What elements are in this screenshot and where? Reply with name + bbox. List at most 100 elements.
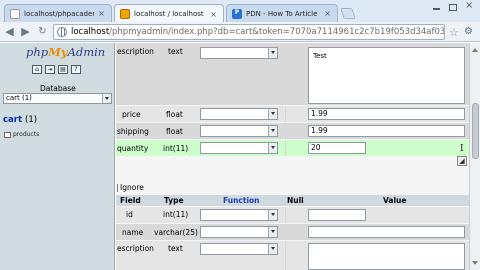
chevron-down-icon bbox=[268, 227, 277, 237]
resize-grip-icon[interactable]: ◢ bbox=[457, 156, 467, 166]
column-divider bbox=[285, 43, 286, 105]
text-cursor-icon: I bbox=[460, 144, 464, 154]
header-type: Type bbox=[164, 196, 184, 205]
function-select[interactable] bbox=[200, 108, 278, 120]
phpmyadmin-icon bbox=[120, 9, 130, 19]
wrench-icon[interactable]: ⚙ bbox=[464, 26, 473, 37]
close-icon[interactable]: × bbox=[323, 9, 332, 18]
window-close-icon[interactable]: × bbox=[465, 1, 474, 11]
field-type: int(11) bbox=[163, 210, 189, 219]
current-database-link[interactable]: cart (1) bbox=[3, 115, 37, 125]
tab-title: PDN - How To Article - A... bbox=[246, 9, 320, 18]
minimize-icon[interactable] bbox=[432, 2, 441, 11]
field-name: price bbox=[122, 110, 141, 119]
field-type: varchar(25) bbox=[154, 228, 198, 237]
vertical-scrollbar[interactable] bbox=[469, 43, 480, 270]
browser-tab-strip: localhost/phpacademy/t... × localhost / … bbox=[0, 0, 480, 22]
url-path: /phpmyadmin/index.php?db=cart&token=7070… bbox=[109, 27, 444, 37]
form-row-price: price float 1.99 bbox=[116, 106, 469, 122]
reload-icon[interactable]: ↻ bbox=[36, 25, 49, 38]
tab-phpmyadmin[interactable]: localhost / localhost / car... × bbox=[114, 4, 224, 22]
function-select[interactable] bbox=[200, 47, 278, 59]
field-name: shipping bbox=[117, 127, 149, 136]
sql-query-icon[interactable]: ▤ bbox=[58, 65, 68, 74]
close-icon[interactable]: × bbox=[209, 10, 218, 19]
description-textarea[interactable]: Test bbox=[308, 47, 465, 104]
column-divider bbox=[285, 140, 286, 156]
chevron-down-icon bbox=[268, 210, 277, 220]
ignore-option[interactable]: Ignore bbox=[116, 182, 469, 194]
form-row-name: name varchar(25) bbox=[116, 224, 469, 240]
field-name: escription bbox=[117, 244, 154, 253]
field-type: text bbox=[168, 244, 183, 253]
bookmark-star-icon[interactable]: ☆ bbox=[449, 26, 459, 39]
form-row-shipping: shipping float 1.99 bbox=[116, 123, 469, 139]
column-divider bbox=[285, 207, 286, 223]
price-input[interactable]: 1.99 bbox=[308, 108, 465, 120]
column-header-row: Field Type Function Null Value bbox=[116, 195, 469, 206]
home-icon[interactable]: ⌂ bbox=[32, 65, 42, 74]
shipping-input[interactable]: 1.99 bbox=[308, 125, 465, 137]
nav-icon-bar: ⌂ ⇥ ▤ ? bbox=[32, 65, 81, 74]
chevron-down-icon bbox=[268, 48, 277, 58]
function-select[interactable] bbox=[200, 243, 278, 255]
function-select[interactable] bbox=[200, 142, 278, 154]
field-name: id bbox=[126, 210, 133, 219]
header-field: Field bbox=[120, 196, 141, 205]
quantity-input[interactable]: 20 bbox=[308, 142, 366, 154]
current-database-name: cart bbox=[3, 115, 23, 125]
form-row-description: escription text bbox=[116, 241, 469, 270]
chevron-down-icon bbox=[268, 143, 277, 153]
logo-prefix: php bbox=[26, 45, 49, 59]
url-host: localhost bbox=[71, 27, 110, 37]
ignore-label: Ignore bbox=[120, 183, 144, 192]
docs-icon[interactable]: ? bbox=[71, 65, 81, 74]
database-label: Database bbox=[40, 84, 76, 93]
field-name: name bbox=[122, 228, 144, 237]
chevron-down-icon bbox=[102, 94, 111, 103]
field-name: escription bbox=[117, 47, 154, 56]
tab-pdn[interactable]: P PDN - How To Article - A... × bbox=[226, 4, 338, 22]
logo-suffix: Admin bbox=[67, 45, 106, 59]
chevron-down-icon bbox=[268, 244, 277, 254]
close-icon[interactable]: × bbox=[97, 9, 106, 18]
form-row-id: id int(11) bbox=[116, 207, 469, 223]
chevron-down-icon bbox=[268, 126, 277, 136]
field-type: float bbox=[166, 110, 183, 119]
tab-title: localhost / localhost / car... bbox=[134, 10, 206, 18]
function-select[interactable] bbox=[200, 226, 278, 238]
field-name: quantity bbox=[117, 144, 149, 153]
column-divider bbox=[285, 224, 286, 240]
table-list-item[interactable]: products bbox=[4, 131, 39, 138]
table-name: products bbox=[13, 131, 40, 138]
function-select[interactable] bbox=[200, 125, 278, 137]
function-select[interactable] bbox=[200, 209, 278, 221]
database-select-value: cart (1) bbox=[6, 94, 32, 102]
phpmyadmin-logo[interactable]: phpMyAdmin bbox=[26, 45, 105, 59]
tab-title: localhost/phpacademy/t... bbox=[24, 9, 94, 18]
form-row-quantity: quantity int(11) 20 bbox=[116, 140, 469, 156]
header-null: Null bbox=[287, 196, 304, 205]
current-database-count: (1) bbox=[25, 115, 38, 125]
logout-icon[interactable]: ⇥ bbox=[45, 65, 55, 74]
tab-phpacademy[interactable]: localhost/phpacademy/t... × bbox=[4, 4, 112, 22]
field-type: text bbox=[168, 47, 183, 56]
header-function[interactable]: Function bbox=[223, 196, 260, 205]
column-divider bbox=[285, 123, 286, 139]
new-tab-button[interactable] bbox=[340, 8, 356, 19]
field-type: int(11) bbox=[163, 144, 189, 153]
name-input[interactable] bbox=[308, 226, 465, 238]
table-icon bbox=[4, 131, 11, 138]
back-arrow-icon[interactable]: ◀ bbox=[3, 25, 16, 38]
address-bar[interactable]: localhost /phpmyadmin/index.php?db=cart&… bbox=[53, 24, 445, 40]
database-select[interactable]: cart (1) bbox=[3, 93, 112, 104]
scroll-up-icon[interactable] bbox=[472, 45, 478, 52]
description-textarea[interactable] bbox=[308, 243, 465, 270]
scrollbar-thumb[interactable] bbox=[472, 103, 479, 159]
forward-arrow-icon[interactable]: ▶ bbox=[19, 25, 32, 38]
id-input[interactable] bbox=[308, 209, 366, 221]
page-icon bbox=[10, 8, 20, 19]
scroll-down-icon[interactable] bbox=[472, 261, 478, 268]
maximize-icon[interactable] bbox=[449, 4, 457, 11]
logo-bold: My bbox=[48, 45, 68, 59]
